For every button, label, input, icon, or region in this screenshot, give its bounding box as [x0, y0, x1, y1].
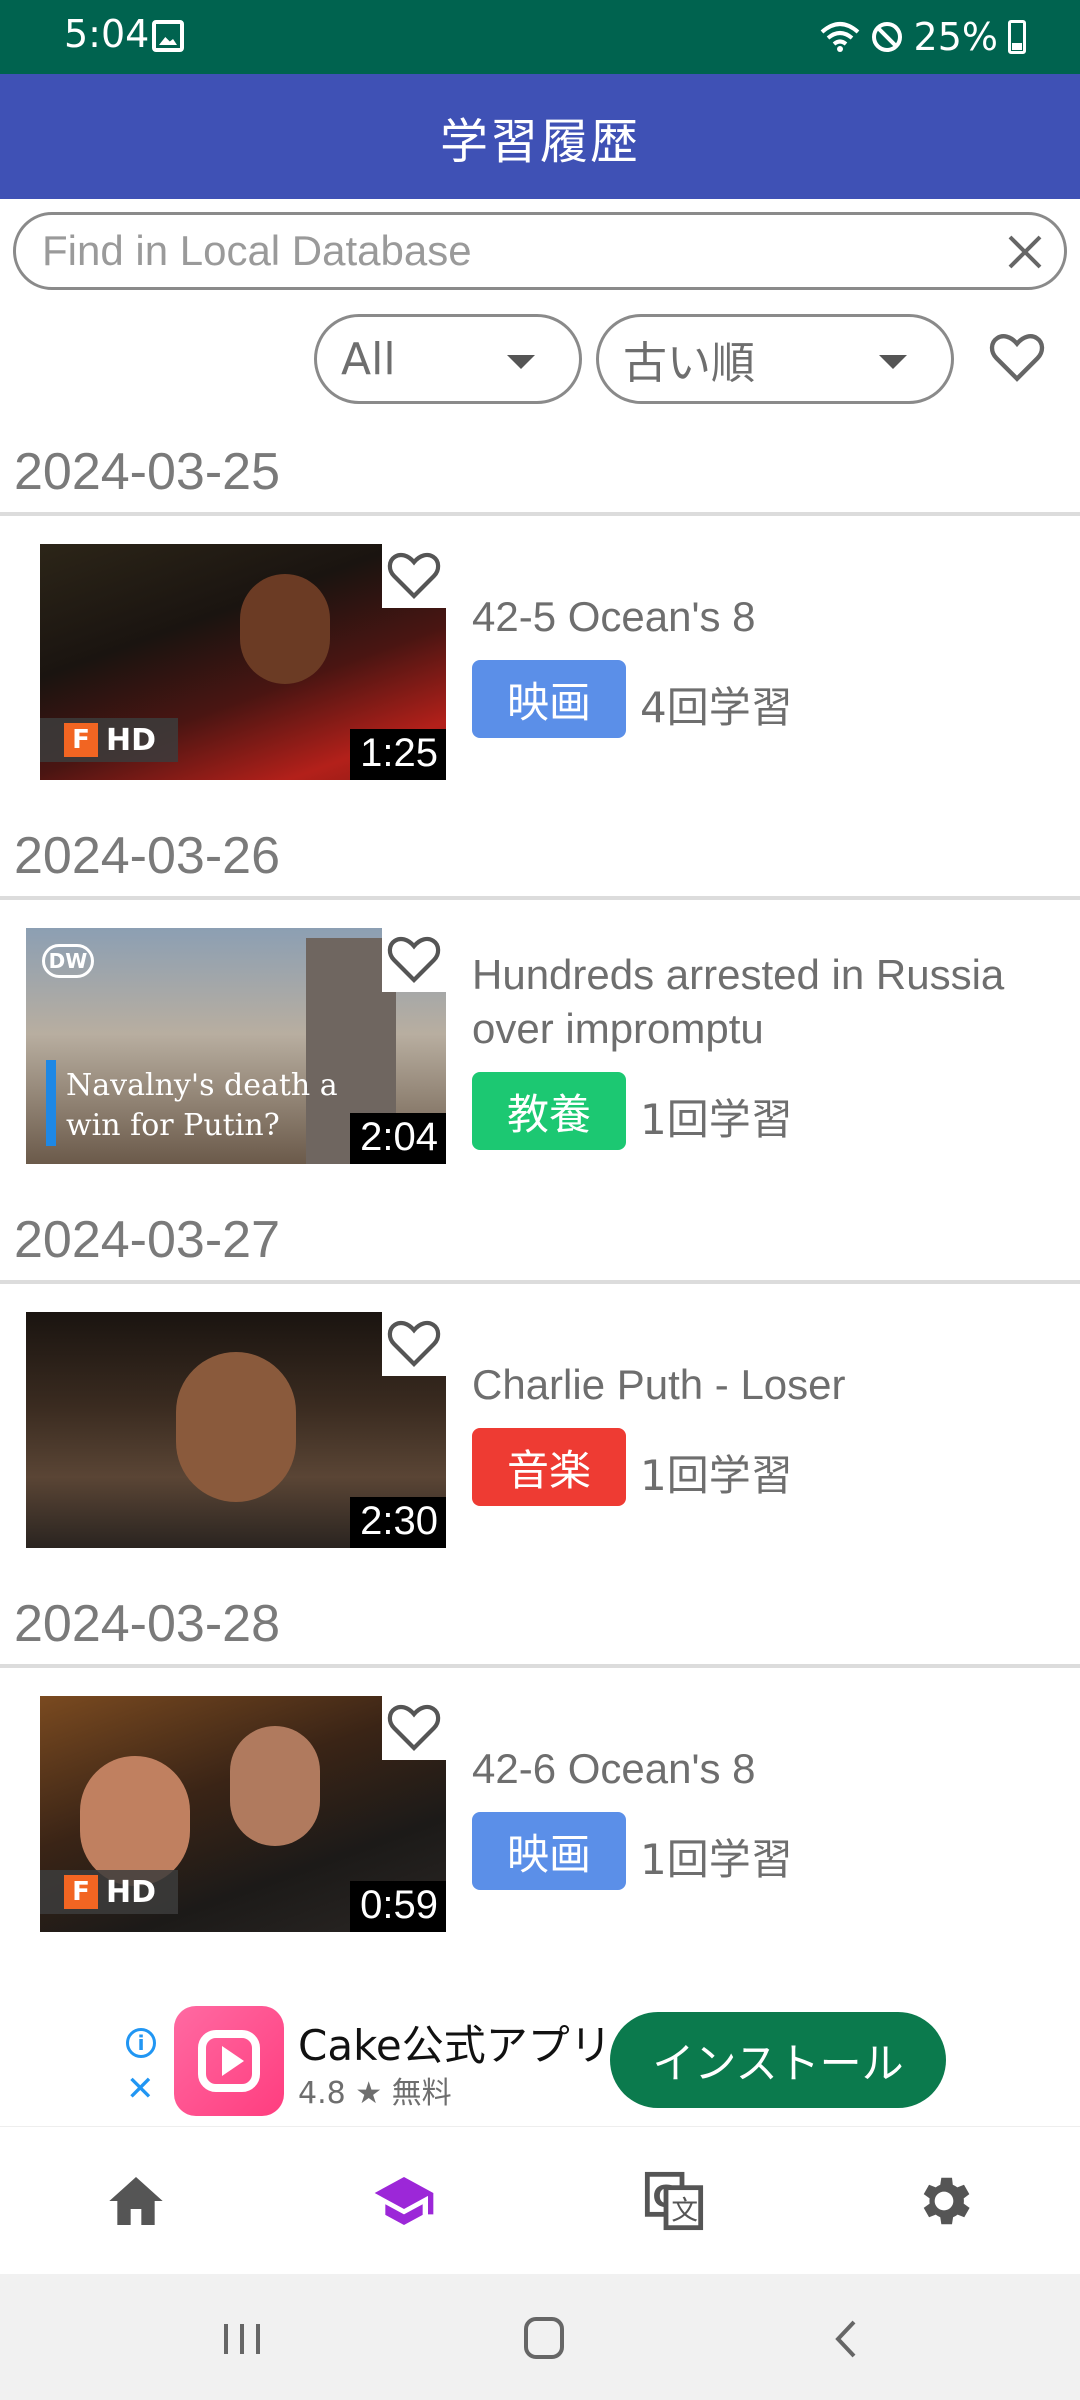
favorite-heart-icon[interactable]: [386, 933, 442, 985]
clear-search-icon[interactable]: [1002, 229, 1048, 275]
chevron-down-icon: [507, 355, 535, 369]
video-title[interactable]: 42-6 Ocean's 8: [472, 1742, 1062, 1796]
category-tag: 映画: [472, 660, 626, 738]
study-history-icon[interactable]: [372, 2169, 436, 2233]
gallery-notification-icon: [152, 20, 184, 52]
video-title[interactable]: 42-5 Ocean's 8: [472, 590, 1062, 644]
ad-install-button[interactable]: インストール: [610, 2012, 946, 2108]
ad-close-icon[interactable]: ✕: [126, 2072, 155, 2106]
chevron-down-icon: [879, 355, 907, 369]
study-count: 1回学習: [640, 1451, 793, 1500]
video-thumbnail[interactable]: 2:30: [26, 1312, 446, 1548]
divider: [0, 1280, 1080, 1284]
divider: [0, 1664, 1080, 1668]
ad-app-name: Cake公式アプリ: [298, 2021, 612, 2070]
favorites-filter-heart-icon[interactable]: [988, 330, 1046, 384]
favorite-heart-icon[interactable]: [386, 549, 442, 601]
system-navigation-bar: [0, 2274, 1080, 2400]
video-duration: 1:25: [350, 729, 446, 780]
favorite-heart-icon[interactable]: [386, 1701, 442, 1753]
bottom-navigation: G 文: [0, 2126, 1080, 2274]
date-header: 2024-03-27: [14, 1211, 280, 1269]
video-thumbnail[interactable]: DW Navalny's death a win for Putin? 2:04: [26, 928, 446, 1164]
recent-apps-icon[interactable]: [212, 2314, 272, 2364]
video-title[interactable]: Hundreds arrested in Russia over impromp…: [472, 948, 1062, 1056]
study-count: 4回学習: [640, 683, 793, 732]
video-title[interactable]: Charlie Puth - Loser: [472, 1358, 1062, 1412]
category-tag: 映画: [472, 1812, 626, 1890]
page-title: 学習履歴: [439, 113, 640, 170]
category-dropdown[interactable]: All: [314, 314, 582, 404]
divider: [0, 512, 1080, 516]
ad-banner[interactable]: i ✕ Cake公式アプリ 4.8 ★ 無料 インストール: [0, 1988, 1080, 2126]
thumbnail-figure: [230, 1726, 320, 1846]
search-input[interactable]: [42, 227, 1002, 275]
settings-icon[interactable]: [912, 2169, 976, 2233]
date-header: 2024-03-28: [14, 1595, 280, 1653]
battery-icon: [1008, 20, 1026, 54]
svg-text:文: 文: [671, 2196, 698, 2227]
wifi-icon: [820, 22, 859, 52]
ad-rating: 4.8 ★ 無料: [298, 2076, 452, 2111]
thumbnail-figure: [240, 574, 330, 684]
status-time: 5:04: [64, 12, 150, 56]
video-duration: 2:04: [350, 1113, 446, 1164]
thumbnail-figure: [176, 1352, 296, 1502]
dw-logo: DW: [42, 944, 94, 978]
do-not-disturb-icon: [871, 22, 902, 52]
sort-dropdown-value: 古い順: [623, 338, 755, 389]
status-icons: 25%: [820, 12, 1026, 62]
category-tag: 教養: [472, 1072, 626, 1150]
thumbnail-figure: [80, 1756, 190, 1886]
divider: [0, 896, 1080, 900]
date-header: 2024-03-26: [14, 827, 280, 885]
battery-percent: 25%: [913, 15, 998, 59]
sort-dropdown[interactable]: 古い順: [596, 314, 954, 404]
home-button-icon[interactable]: [514, 2314, 574, 2364]
search-box: [13, 212, 1067, 290]
cake-app-icon: [174, 2006, 284, 2116]
hd-badge: F HD: [40, 1870, 178, 1914]
video-duration: 2:30: [350, 1497, 446, 1548]
video-duration: 0:59: [350, 1881, 446, 1932]
favorite-heart-icon[interactable]: [386, 1317, 442, 1369]
category-tag: 音楽: [472, 1428, 626, 1506]
study-count: 1回学習: [640, 1095, 793, 1144]
caption-bar: [46, 1060, 56, 1146]
translate-icon[interactable]: G 文: [642, 2169, 706, 2233]
date-header: 2024-03-25: [14, 443, 280, 501]
status-bar: 5:04 25%: [0, 0, 1080, 74]
home-icon[interactable]: [104, 2169, 168, 2233]
study-count: 1回学習: [640, 1835, 793, 1884]
app-bar: 学習履歴: [0, 74, 1080, 199]
ad-info-icon[interactable]: i: [126, 2028, 156, 2058]
back-icon[interactable]: [816, 2314, 876, 2364]
category-dropdown-value: All: [341, 333, 396, 385]
hd-badge: F HD: [40, 718, 178, 762]
thumbnail-caption: Navalny's death a win for Putin?: [66, 1068, 338, 1143]
